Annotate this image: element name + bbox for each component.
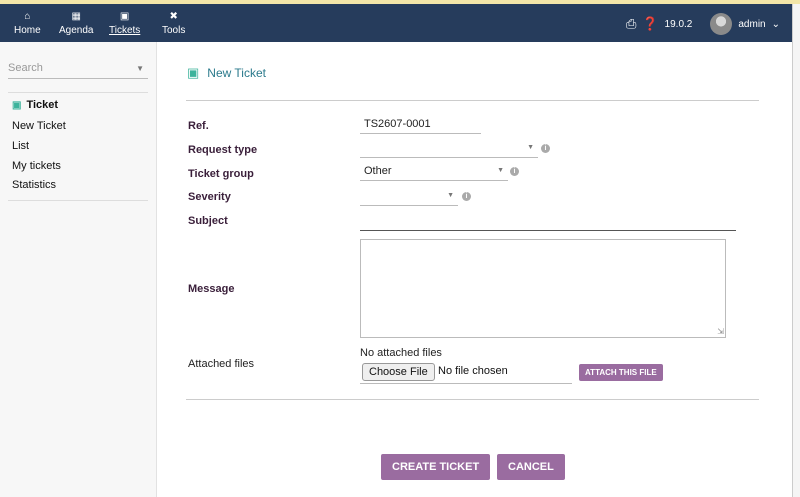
ticket-icon: ▣ bbox=[119, 11, 130, 22]
ticket-group-label: Ticket group bbox=[188, 168, 254, 180]
top-navbar: ⌂ Home ▦ Agenda ▣ Tickets ✖ Tools ⎙ ❓ 19… bbox=[0, 4, 792, 42]
sidebar-item-new-ticket[interactable]: New Ticket bbox=[12, 120, 66, 132]
user-name[interactable]: admin bbox=[738, 19, 765, 30]
avatar[interactable] bbox=[710, 13, 733, 35]
nav-tools-label: Tools bbox=[162, 25, 186, 36]
ticket-icon: ▣ bbox=[12, 100, 22, 111]
home-icon: ⌂ bbox=[24, 11, 31, 22]
attached-files-label: Attached files bbox=[188, 358, 255, 370]
tools-icon: ✖ bbox=[169, 11, 178, 22]
help-icon[interactable]: ❓ bbox=[642, 16, 658, 32]
message-textarea[interactable]: ⇲ bbox=[360, 239, 726, 338]
nav-home-label: Home bbox=[14, 25, 41, 36]
attach-file-button[interactable]: ATTACH THIS FILE bbox=[579, 364, 663, 381]
message-label: Message bbox=[188, 283, 235, 295]
page-title: ▣ New Ticket bbox=[187, 65, 266, 81]
request-type-select[interactable]: ▼ bbox=[360, 142, 538, 158]
print-icon[interactable]: ⎙ bbox=[626, 16, 636, 32]
ticket-icon: ▣ bbox=[187, 65, 200, 80]
file-input[interactable]: Choose File No file chosen bbox=[360, 362, 572, 384]
info-icon[interactable]: i bbox=[462, 192, 471, 201]
subject-label: Subject bbox=[188, 215, 228, 227]
info-icon[interactable]: i bbox=[510, 167, 519, 176]
divider bbox=[186, 100, 759, 101]
scrollbar[interactable] bbox=[792, 4, 800, 497]
no-attached-files-text: No attached files bbox=[360, 347, 442, 359]
chevron-down-icon: ▼ bbox=[447, 192, 454, 199]
ref-field[interactable]: TS2607-0001 bbox=[360, 118, 481, 134]
no-file-chosen-text: No file chosen bbox=[438, 365, 508, 377]
choose-file-button[interactable]: Choose File bbox=[362, 363, 435, 381]
divider bbox=[8, 200, 148, 201]
request-type-label: Request type bbox=[188, 144, 258, 156]
ref-value: TS2607-0001 bbox=[364, 118, 431, 130]
sidebar-section-ticket[interactable]: ▣ Ticket bbox=[12, 99, 58, 111]
chevron-down-icon: ▼ bbox=[527, 144, 534, 151]
nav-tools[interactable]: ✖ Tools bbox=[162, 10, 185, 36]
chevron-down-icon: ▼ bbox=[497, 167, 504, 174]
sidebar: Search ▼ ▣ Ticket New Ticket List My tick… bbox=[0, 42, 157, 497]
ticket-group-value: Other bbox=[364, 165, 392, 177]
nav-home[interactable]: ⌂ Home bbox=[14, 10, 41, 36]
resize-handle-icon[interactable]: ⇲ bbox=[717, 327, 724, 336]
nav-tickets[interactable]: ▣ Tickets bbox=[109, 10, 140, 36]
sidebar-item-my-tickets[interactable]: My tickets bbox=[12, 160, 61, 172]
page-title-text: New Ticket bbox=[207, 66, 266, 80]
ticket-group-select[interactable]: Other ▼ bbox=[360, 165, 508, 181]
divider bbox=[186, 399, 759, 400]
divider bbox=[8, 92, 148, 93]
version-label: 19.0.2 bbox=[664, 18, 693, 30]
topbar-right-tools: ⎙ ❓ 19.0.2 admin ⌄ bbox=[626, 12, 780, 36]
sidebar-item-statistics[interactable]: Statistics bbox=[12, 179, 56, 191]
search-placeholder: Search bbox=[8, 62, 43, 74]
chevron-down-icon[interactable]: ⌄ bbox=[772, 19, 780, 30]
severity-select[interactable]: ▼ bbox=[360, 190, 458, 206]
calendar-icon: ▦ bbox=[71, 11, 81, 22]
ref-label: Ref. bbox=[188, 120, 209, 132]
nav-tickets-label: Tickets bbox=[109, 25, 141, 36]
main-content: ▣ New Ticket Ref. TS2607-0001 Request typ… bbox=[157, 42, 792, 497]
create-ticket-button[interactable]: CREATE TICKET bbox=[381, 454, 491, 480]
info-icon[interactable]: i bbox=[541, 144, 550, 153]
chevron-down-icon: ▼ bbox=[136, 64, 144, 73]
search-input[interactable]: Search ▼ bbox=[8, 62, 148, 79]
nav-agenda[interactable]: ▦ Agenda bbox=[59, 10, 93, 36]
nav-agenda-label: Agenda bbox=[59, 25, 94, 36]
subject-input[interactable] bbox=[360, 215, 736, 231]
severity-label: Severity bbox=[188, 191, 231, 203]
sidebar-section-title: Ticket bbox=[26, 99, 59, 111]
cancel-button[interactable]: CANCEL bbox=[497, 454, 565, 480]
sidebar-item-list[interactable]: List bbox=[12, 140, 29, 152]
